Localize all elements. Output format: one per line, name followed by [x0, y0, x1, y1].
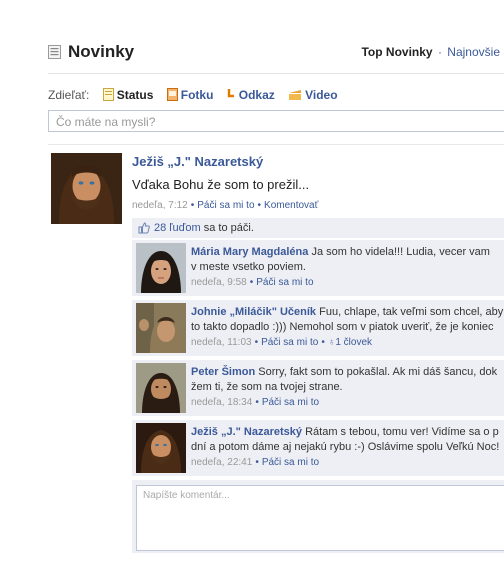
- comment-text-line2: dní a potom dáme aj nejakú rybu :-) Oslá…: [191, 441, 500, 453]
- meta-dot: •: [255, 397, 259, 408]
- share-link-label: Odkaz: [238, 88, 275, 102]
- comment-body: Mária Mary Magdaléna Ja som ho videla!!!…: [191, 245, 504, 290]
- comment-time: nedeľa, 9:58: [191, 277, 247, 288]
- comment-item: Peter Šimon Sorry, fakt som to pokašlal.…: [132, 359, 504, 416]
- comment-time: nedeľa, 11:03: [191, 337, 252, 348]
- comment-meta: nedeľa, 18:34 • Páči sa mi to: [191, 395, 504, 410]
- share-link-tab[interactable]: Odkaz: [227, 88, 275, 102]
- likes-summary: 28 ľuďom sa to páči.: [132, 218, 504, 238]
- meta-dot: •: [321, 337, 325, 348]
- news-feed-icon: [48, 45, 61, 59]
- comment-author-name[interactable]: Mária Mary Magdaléna: [191, 246, 308, 258]
- share-photo-label: Fotku: [180, 88, 214, 102]
- likes-count-link[interactable]: 28 ľuďom: [154, 222, 201, 234]
- comment-body: Ježiš „J." Nazaretský Rátam s tebou, tom…: [191, 425, 504, 470]
- comment-author-avatar[interactable]: [136, 423, 186, 473]
- comment-meta: nedeľa, 11:03 • Páči sa mi to • ♁1 človek: [191, 335, 504, 350]
- video-icon: [289, 90, 302, 100]
- comment-item: Ježiš „J." Nazaretský Rátam s tebou, tom…: [132, 419, 504, 476]
- top-news-link[interactable]: Top Novinky: [361, 45, 432, 59]
- comment-author-name[interactable]: Johnie „Miláčik" Učeník: [191, 306, 316, 318]
- news-feed-page: Novinky Top Novinky · Najnovšie Zdieľať:…: [0, 0, 504, 585]
- link-icon: [227, 89, 234, 98]
- page-title: Novinky: [68, 42, 135, 61]
- comment-author-name[interactable]: Peter Šimon: [191, 366, 255, 378]
- header-divider: [48, 73, 504, 74]
- comment-meta: nedeľa, 22:41 • Páči sa mi to: [191, 455, 504, 470]
- meta-dot: •: [255, 457, 259, 468]
- status-input[interactable]: Čo máte na mysli?: [48, 110, 504, 132]
- post-author-avatar[interactable]: [51, 153, 122, 224]
- meta-dot: •: [249, 277, 254, 288]
- photo-icon: [166, 88, 178, 101]
- comment-body: Peter Šimon Sorry, fakt som to pokašlal.…: [191, 365, 504, 410]
- comment-text-line2: to takto dopadlo :))) Nemohol som v piat…: [191, 321, 494, 333]
- meta-dot: •: [257, 200, 262, 211]
- comment-item: Mária Mary Magdaléna Ja som ho videla!!!…: [132, 239, 504, 296]
- post-comment-link[interactable]: Komentovať: [264, 200, 318, 211]
- comment-meta: nedeľa, 9:58 • Páči sa mi to: [191, 275, 504, 290]
- thumbs-up-icon: [138, 222, 150, 234]
- comment-likes-count[interactable]: 1 človek: [335, 337, 372, 348]
- post-text: Vďaka Bohu že som to prežil...: [132, 177, 310, 192]
- comment-like-link[interactable]: Páči sa mi to: [262, 457, 319, 468]
- meta-dot: •: [254, 337, 259, 348]
- share-label: Zdieľať:: [48, 88, 90, 102]
- sort-separator: ·: [437, 45, 442, 59]
- post-meta: nedeľa, 7:12 • Páči sa mi to • Komentovať: [132, 200, 318, 211]
- status-icon: [102, 88, 114, 101]
- feed-header: Novinky Top Novinky · Najnovšie: [48, 42, 504, 64]
- comment-like-link[interactable]: Páči sa mi to: [262, 397, 319, 408]
- share-status-tab[interactable]: Status: [102, 88, 154, 102]
- meta-dot: •: [190, 200, 195, 211]
- comment-author-avatar[interactable]: [136, 243, 186, 293]
- comment-time: nedeľa, 22:41: [191, 457, 253, 468]
- comment-text-line2: v meste vsetko poviem.: [191, 261, 306, 273]
- share-bar: Zdieľať: Status Fotku Odkaz Video: [48, 88, 348, 106]
- likes-count-text: sa to páči.: [203, 222, 254, 234]
- comment-text-line2: žem ti, že som na tvojej strane.: [191, 381, 343, 393]
- share-video-tab[interactable]: Video: [288, 88, 338, 102]
- comment-text-line1: Sorry, fakt som to pokašlal. Ak mi dáš š…: [258, 366, 498, 378]
- comment-author-avatar[interactable]: [136, 363, 186, 413]
- share-video-label: Video: [305, 88, 338, 102]
- post-like-link[interactable]: Páči sa mi to: [197, 200, 254, 211]
- comment-body: Johnie „Miláčik" Učeník Fuu, chlape, tak…: [191, 305, 504, 350]
- post-time: nedeľa, 7:12: [132, 200, 188, 211]
- comment-author-name[interactable]: Ježiš „J." Nazaretský: [191, 426, 302, 438]
- share-status-label: Status: [116, 88, 154, 102]
- post-author-name[interactable]: Ježiš „J." Nazaretský: [132, 154, 263, 169]
- comment-text-line1: Rátam s tebou, tomu ver! Vidíme sa o p: [305, 426, 499, 438]
- share-photo-tab[interactable]: Fotku: [166, 88, 214, 102]
- comment-time: nedeľa, 18:34: [191, 397, 253, 408]
- post-divider: [48, 144, 504, 145]
- write-comment-box: Napíšte komentár...: [132, 480, 504, 553]
- comment-author-avatar[interactable]: [136, 303, 186, 353]
- comment-input[interactable]: Napíšte komentár...: [136, 485, 504, 551]
- comment-text-line1: Ja som ho videla!!! Ludia, vecer vam: [311, 246, 490, 258]
- newest-link[interactable]: Najnovšie: [447, 45, 500, 59]
- comment-item: Johnie „Miláčik" Učeník Fuu, chlape, tak…: [132, 299, 504, 356]
- comment-like-link[interactable]: Páči sa mi to: [256, 277, 313, 288]
- feed-sort-links: Top Novinky · Najnovšie: [361, 45, 500, 59]
- comment-like-link[interactable]: Páči sa mi to: [261, 337, 318, 348]
- comment-text-line1: Fuu, chlape, tak veľmi som chcel, aby: [319, 306, 504, 318]
